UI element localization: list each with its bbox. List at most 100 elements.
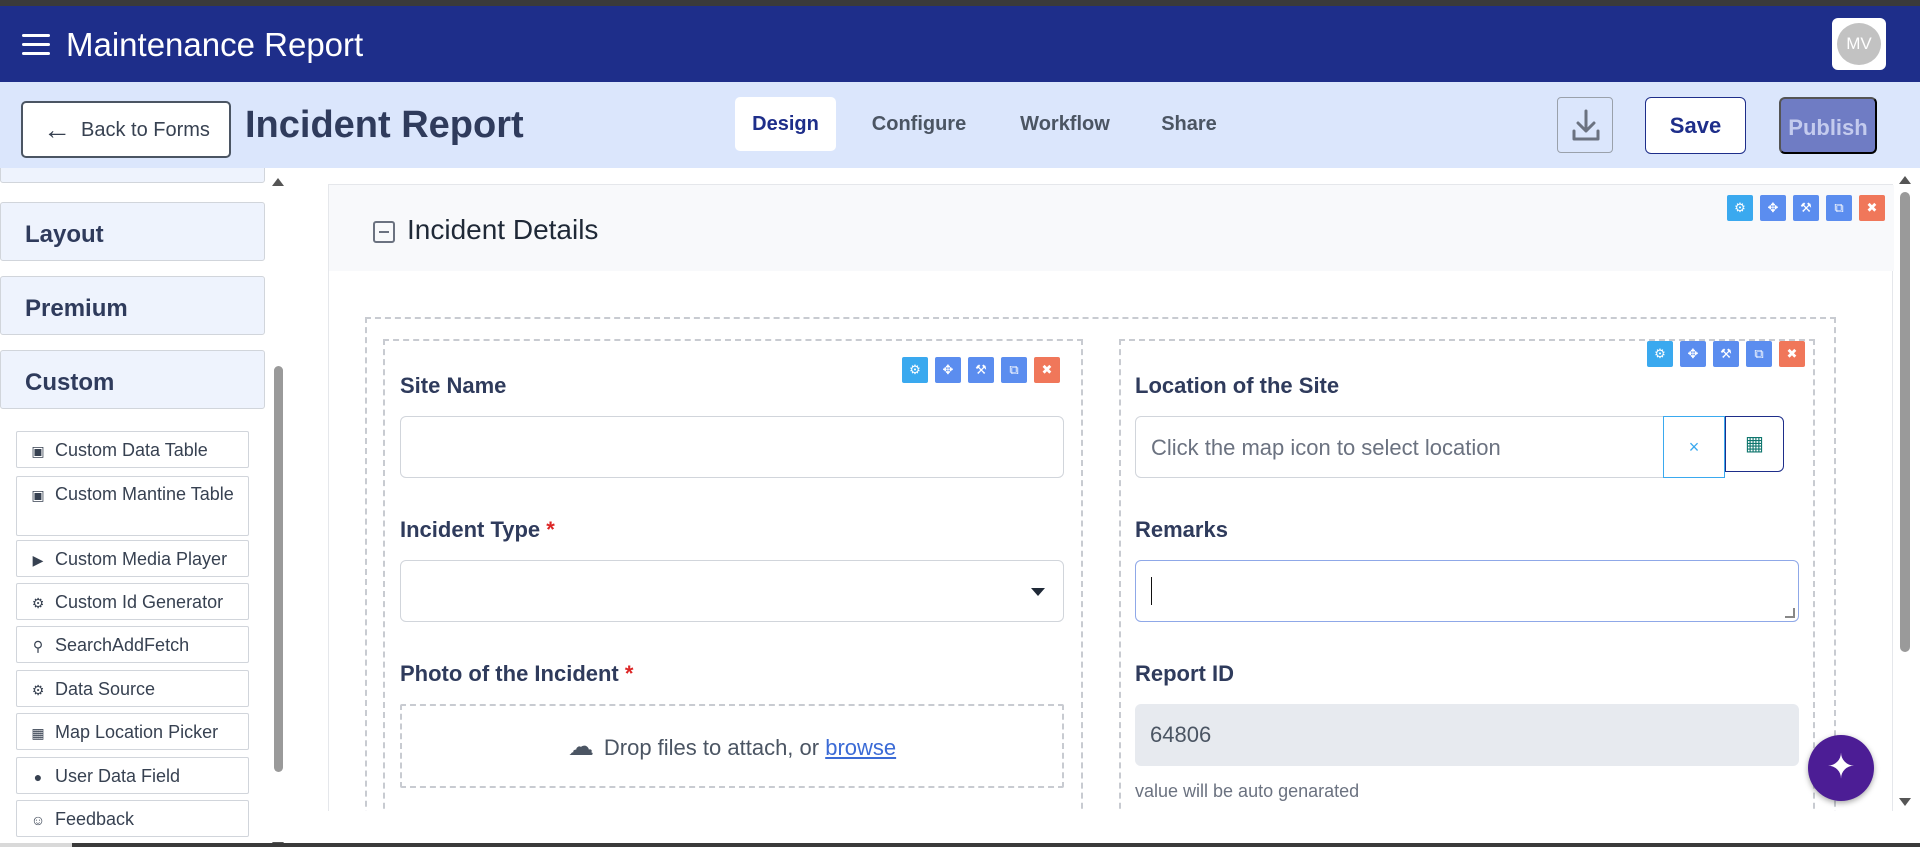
location-clear-button[interactable]: × (1663, 416, 1725, 478)
component-label: Custom Data Table (55, 440, 208, 460)
component-feedback[interactable]: ☺ Feedback (16, 800, 249, 837)
component-data-source[interactable]: ⚙ Data Source (16, 670, 249, 707)
tab-share[interactable]: Share (1149, 97, 1229, 151)
sidebar-group-collapsed[interactable] (0, 168, 265, 183)
remarks-textarea[interactable] (1135, 560, 1799, 622)
component-label: User Data Field (55, 766, 181, 786)
remarks-label: Remarks (1135, 517, 1228, 542)
html5-icon: ▣ (31, 443, 45, 459)
menu-icon[interactable] (22, 34, 50, 56)
canvas-scroll-thumb[interactable] (1900, 192, 1910, 652)
download-button[interactable] (1557, 97, 1613, 153)
wrench-icon[interactable]: ⚒ (1713, 341, 1739, 367)
component-custom-mantine-table[interactable]: ▣ Custom Mantine Table (16, 476, 249, 536)
browse-link[interactable]: browse (825, 735, 896, 760)
form-canvas: Incident Details ⚙ ✥ ⚒ ⧉ ✖ ⚙ ✥ ⚒ ⧉ ✖ Sit… (302, 168, 1897, 811)
component-custom-media-player[interactable]: ▶ Custom Media Player (16, 540, 249, 577)
copy-icon[interactable]: ⧉ (1746, 341, 1772, 367)
tab-configure[interactable]: Configure (859, 97, 979, 151)
sidebar-scrollbar[interactable] (271, 178, 285, 847)
panel-title: Incident Details (407, 214, 599, 245)
sidebar-scroll-thumb[interactable] (274, 366, 283, 772)
component-searchaddfetch[interactable]: ⚲ SearchAddFetch (16, 626, 249, 663)
tab-design[interactable]: Design (735, 97, 836, 151)
sidebar-group-custom[interactable]: Custom (0, 350, 265, 409)
smile-icon: ☺ (30, 812, 46, 828)
sidebar-group-premium[interactable]: Premium (0, 276, 265, 335)
resize-grip-icon[interactable] (1785, 608, 1795, 618)
scroll-up-icon[interactable] (272, 178, 284, 186)
column-toolbar: ⚙ ✥ ⚒ ⧉ ✖ (902, 357, 1060, 383)
html5-icon: ▣ (31, 487, 45, 503)
column-toolbar: ⚙ ✥ ⚒ ⧉ ✖ (1647, 341, 1805, 367)
panel-toolbar: ⚙ ✥ ⚒ ⧉ ✖ (1727, 195, 1885, 221)
copy-icon[interactable]: ⧉ (1826, 195, 1852, 221)
avatar-initials: MV (1837, 23, 1881, 65)
gear-icon[interactable]: ⚙ (902, 357, 928, 383)
required-mark: * (624, 661, 634, 686)
text-cursor (1151, 577, 1152, 605)
arrow-left-icon: ← (43, 114, 71, 145)
component-label: Custom Id Generator (55, 592, 224, 612)
dropzone-text: Drop files to attach, or (603, 735, 826, 760)
gear-icon[interactable]: ⚙ (1647, 341, 1673, 367)
scroll-up-icon[interactable] (1899, 176, 1911, 184)
location-input[interactable]: Click the map icon to select location (1135, 416, 1665, 478)
avatar[interactable]: MV (1832, 18, 1886, 70)
back-to-forms-button[interactable]: ← Back to Forms (21, 101, 231, 158)
component-label: Custom Mantine Table (55, 484, 234, 504)
canvas-scrollbar[interactable] (1897, 168, 1913, 811)
app-header: Maintenance Report MV (0, 6, 1920, 82)
incident-type-label-text: Incident Type (400, 517, 541, 542)
move-icon[interactable]: ✥ (1760, 195, 1786, 221)
search-icon: ⚲ (32, 638, 44, 654)
play-circle-icon: ▶ (32, 552, 44, 568)
sidebar-group-layout[interactable]: Layout (0, 202, 265, 261)
required-mark: * (546, 517, 555, 542)
component-label: Feedback (55, 809, 135, 829)
wrench-icon[interactable]: ⚒ (968, 357, 994, 383)
save-button[interactable]: Save (1645, 97, 1746, 154)
report-id-hint: value will be auto genarated (1135, 781, 1360, 801)
cloud-upload-icon: ☁ (567, 731, 594, 761)
tab-workflow[interactable]: Workflow (1011, 97, 1119, 151)
photo-label: Photo of the Incident * (400, 661, 633, 687)
columns-container: ⚙ ✥ ⚒ ⧉ ✖ Site Name Incident Type * Phot… (365, 317, 1836, 811)
map-picker-button[interactable]: ▦ (1725, 416, 1784, 472)
collapse-icon[interactable] (373, 221, 395, 243)
map-icon: ▦ (31, 725, 45, 741)
delete-icon[interactable]: ✖ (1859, 195, 1885, 221)
component-user-data-field[interactable]: ● User Data Field (16, 757, 249, 794)
location-label: Location of the Site (1135, 373, 1340, 398)
cogs-icon: ⚙ (31, 595, 45, 611)
move-icon[interactable]: ✥ (935, 357, 961, 383)
incident-type-select[interactable] (400, 560, 1064, 622)
report-id-field: 64806 (1135, 704, 1799, 766)
publish-button[interactable]: Publish (1779, 97, 1877, 154)
panel-header: Incident Details (329, 185, 1894, 271)
component-custom-id-generator[interactable]: ⚙ Custom Id Generator (16, 583, 249, 620)
photo-label-text: Photo of the Incident (400, 661, 619, 686)
copy-icon[interactable]: ⧉ (1001, 357, 1027, 383)
scroll-down-icon[interactable] (1899, 798, 1911, 806)
site-name-label: Site Name (400, 373, 507, 398)
file-dropzone[interactable]: ☁ Drop files to attach, or browse (400, 704, 1064, 788)
user-icon: ● (33, 769, 43, 785)
component-label: SearchAddFetch (55, 635, 190, 655)
ai-assistant-button[interactable]: ✦ (1808, 735, 1874, 801)
component-custom-data-table[interactable]: ▣ Custom Data Table (16, 431, 249, 468)
component-map-location-picker[interactable]: ▦ Map Location Picker (16, 713, 249, 750)
component-sidebar: Layout Premium Custom ▣ Custom Data Table… (0, 168, 290, 847)
wrench-icon[interactable]: ⚒ (1793, 195, 1819, 221)
component-label: Data Source (55, 679, 156, 699)
move-icon[interactable]: ✥ (1680, 341, 1706, 367)
site-name-input[interactable] (400, 416, 1064, 478)
gear-icon[interactable]: ⚙ (1727, 195, 1753, 221)
component-label: Map Location Picker (55, 722, 219, 742)
delete-icon[interactable]: ✖ (1034, 357, 1060, 383)
cogs-icon: ⚙ (31, 682, 45, 698)
delete-icon[interactable]: ✖ (1779, 341, 1805, 367)
incident-type-label: Incident Type * (400, 517, 555, 543)
window-bottom-border (0, 843, 1920, 847)
map-icon: ▦ (1745, 433, 1764, 455)
